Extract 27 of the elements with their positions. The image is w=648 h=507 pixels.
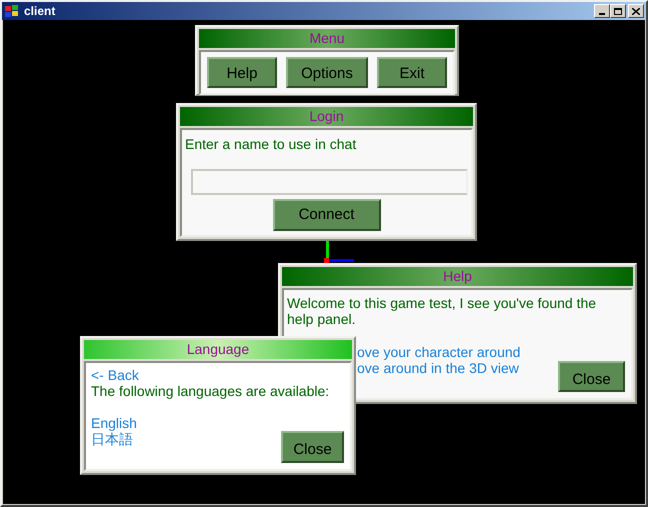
help-link[interactable]: ove around in the 3D view [357,360,520,376]
help-text: Welcome to this game test, I see you've found the help panel. [287,295,598,327]
panel-title-bar: Language [84,340,352,359]
maximize-icon [614,8,622,14]
app-icon [4,4,20,18]
menu-button[interactable]: Help [207,57,277,88]
maximize-button[interactable] [610,4,626,18]
close-icon [632,8,640,14]
panel-title-bar: Help [282,267,633,286]
close-window-button[interactable] [628,4,644,18]
connect-button[interactable]: Connect [272,199,380,231]
languages-text: The following languages are available: [91,383,330,399]
minimize-button[interactable] [594,4,610,18]
language-option[interactable]: English [91,415,137,431]
close-button[interactable]: Close [281,431,344,463]
axis-gizmo-icon [324,240,356,264]
panel-title-bar: Menu [199,29,455,48]
name-input-field[interactable] [191,169,468,195]
menu-button[interactable]: Exit [377,57,447,88]
panel-title-bar: Login [180,107,473,126]
back-link[interactable]: <- Back [91,367,139,383]
close-button[interactable]: Close [558,361,625,392]
help-link[interactable]: ove your character around [357,344,520,360]
prompt-text: Enter a name to use in chat [185,135,358,154]
window-title: client [24,3,56,20]
language-option[interactable]: 日本語 [91,431,133,447]
menu-button[interactable]: Options [286,57,368,88]
